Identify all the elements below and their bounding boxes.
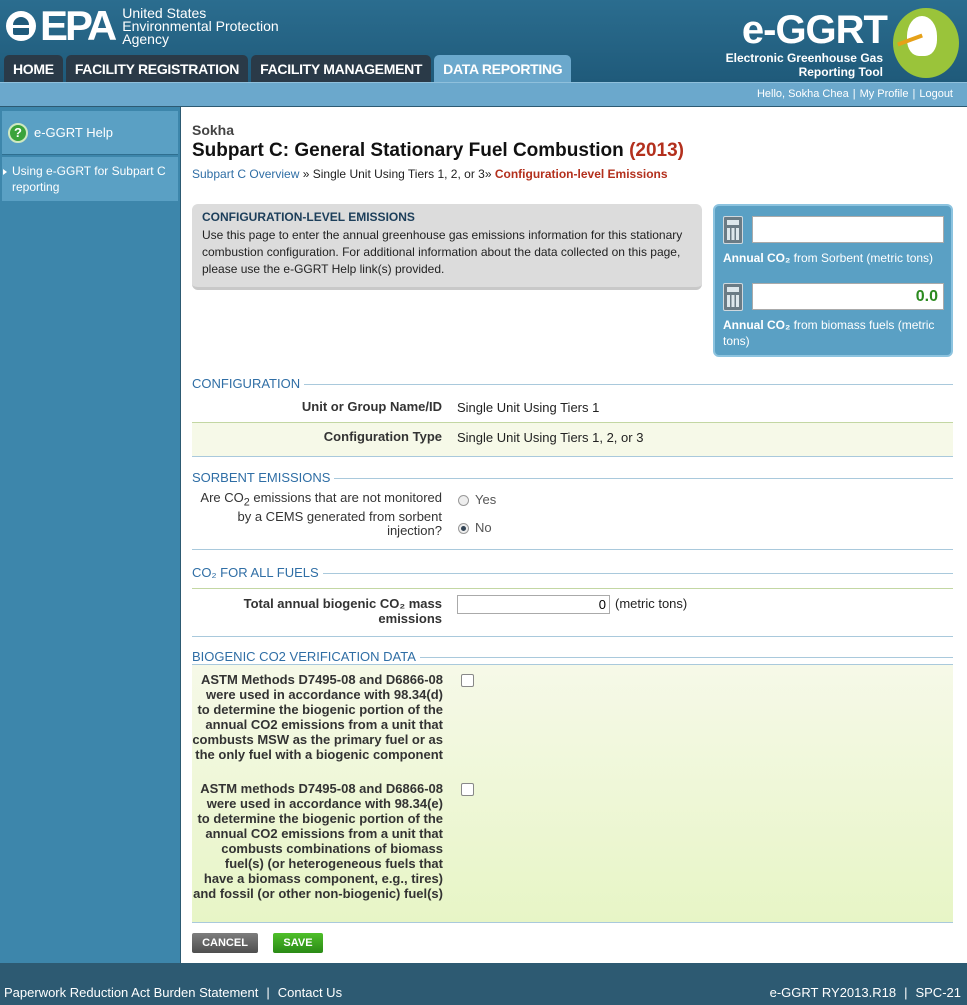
app-subtitle-line-1: Electronic Greenhouse Gas bbox=[725, 51, 883, 65]
sidebar-help-link[interactable]: Using e-GGRT for Subpart C reporting bbox=[2, 157, 178, 201]
sorbent-co2-total bbox=[752, 216, 944, 243]
breadcrumb-separator: » bbox=[484, 167, 492, 181]
biogenic-mass-label: Total annual biogenic CO₂ mass emissions bbox=[243, 596, 442, 626]
tab-data-reporting[interactable]: DATA REPORTING bbox=[434, 55, 572, 82]
astm-98-34d-checkbox[interactable] bbox=[461, 674, 474, 687]
tab-facility-management[interactable]: FACILITY MANAGEMENT bbox=[251, 55, 432, 82]
site-header: EPA United States Environmental Protecti… bbox=[0, 0, 967, 82]
config-type-row: Configuration Type Single Unit Using Tie… bbox=[192, 422, 953, 457]
user-greeting: Hello, Sokha Chea bbox=[756, 88, 849, 100]
sorbent-no-label[interactable]: No bbox=[475, 520, 492, 535]
sorbent-question-label: Are CO2 emissions that are not monitored… bbox=[200, 490, 442, 538]
biogenic-verification-block: ASTM Methods D7495-08 and D6866-08 were … bbox=[192, 664, 953, 923]
info-box-title: CONFIGURATION-LEVEL EMISSIONS bbox=[202, 210, 415, 224]
page-title-text: Subpart C: General Stationary Fuel Combu… bbox=[192, 140, 624, 161]
breadcrumb-current: Configuration-level Emissions bbox=[494, 167, 668, 181]
info-box-text: Use this page to enter the annual greenh… bbox=[202, 228, 683, 276]
biogenic-mass-unit: (metric tons) bbox=[615, 596, 688, 611]
breadcrumb: Subpart C Overview » Single Unit Using T… bbox=[192, 167, 668, 181]
tab-facility-registration[interactable]: FACILITY REGISTRATION bbox=[65, 55, 249, 82]
footer-version: e-GGRT RY2013.R18 | SPC-21 bbox=[769, 985, 961, 1000]
section-configuration: CONFIGURATION bbox=[192, 376, 953, 391]
paperwork-link[interactable]: Paperwork Reduction Act Burden Statement bbox=[4, 985, 258, 1000]
epa-logo[interactable]: EPA United States Environmental Protecti… bbox=[6, 2, 279, 49]
section-co2-all-fuels: CO₂ FOR ALL FUELS bbox=[192, 565, 953, 580]
info-box: CONFIGURATION-LEVEL EMISSIONS Use this p… bbox=[192, 204, 702, 290]
tab-home[interactable]: HOME bbox=[4, 55, 63, 82]
sorbent-co2-label: Annual CO₂ from Sorbent (metric tons) bbox=[723, 251, 934, 265]
calculator-icon bbox=[723, 216, 743, 244]
sorbent-question-row: Are CO2 emissions that are not monitored… bbox=[192, 488, 953, 550]
page-title: Subpart C: General Stationary Fuel Combu… bbox=[192, 140, 684, 162]
my-profile-link[interactable]: My Profile bbox=[860, 88, 909, 100]
agency-name: United States Environmental Protection A… bbox=[122, 6, 278, 47]
astm-98-34d-label: ASTM Methods D7495-08 and D6866-08 were … bbox=[192, 672, 443, 762]
version-text: e-GGRT RY2013.R18 bbox=[769, 985, 897, 1000]
astm-98-34e-checkbox[interactable] bbox=[461, 783, 474, 796]
app-subtitle-line-2: Reporting Tool bbox=[798, 65, 883, 79]
sidebar-help-header[interactable]: ? e-GGRT Help bbox=[2, 111, 178, 155]
emissions-summary-panel: Annual CO₂ from Sorbent (metric tons) 0.… bbox=[713, 204, 953, 357]
astm-98-34e-label: ASTM methods D7495-08 and D6866-08 were … bbox=[193, 781, 443, 901]
sorbent-yes-label[interactable]: Yes bbox=[475, 492, 496, 507]
breadcrumb-overview-link[interactable]: Subpart C Overview bbox=[192, 167, 299, 181]
app-subtitle: Electronic Greenhouse Gas Reporting Tool bbox=[726, 51, 883, 79]
help-icon: ? bbox=[8, 122, 28, 143]
egret-logo-icon bbox=[893, 8, 959, 78]
sidebar-help-label: e-GGRT Help bbox=[34, 125, 113, 140]
epa-emblem-icon bbox=[6, 11, 36, 41]
app-title: e-GGRT bbox=[741, 8, 888, 52]
biomass-co2-total: 0.0 bbox=[752, 283, 944, 310]
sorbent-yes-radio[interactable] bbox=[458, 495, 469, 506]
biomass-co2-label: Annual CO₂ from biomass fuels (metric to… bbox=[723, 318, 935, 348]
reporting-year: (2013) bbox=[629, 140, 684, 161]
biogenic-mass-input[interactable] bbox=[457, 595, 610, 614]
save-button[interactable]: SAVE bbox=[273, 933, 323, 953]
calculator-icon bbox=[723, 283, 743, 311]
cancel-button[interactable]: CANCEL bbox=[192, 933, 258, 953]
main-content: Sokha Subpart C: General Stationary Fuel… bbox=[181, 107, 967, 963]
user-bar: Hello, Sokha Chea | My Profile | Logout bbox=[0, 82, 967, 106]
sidebar: ? e-GGRT Help Using e-GGRT for Subpart C… bbox=[0, 107, 180, 963]
main-nav-tabs: HOME FACILITY REGISTRATION FACILITY MANA… bbox=[4, 55, 574, 82]
breadcrumb-unit: Single Unit Using Tiers 1, 2, or 3 bbox=[312, 167, 485, 181]
agency-line-3: Agency bbox=[122, 30, 169, 47]
epa-wordmark: EPA bbox=[40, 2, 117, 49]
contact-us-link[interactable]: Contact Us bbox=[278, 985, 342, 1000]
facility-name: Sokha bbox=[192, 122, 235, 138]
logout-link[interactable]: Logout bbox=[919, 88, 953, 100]
config-type-label: Configuration Type bbox=[323, 429, 442, 444]
unit-name-label: Unit or Group Name/ID bbox=[301, 399, 442, 414]
unit-name-value: Single Unit Using Tiers 1 bbox=[457, 400, 600, 415]
section-biogenic-verification: BIOGENIC CO2 VERIFICATION DATA bbox=[192, 649, 953, 664]
section-sorbent-emissions: SORBENT EMISSIONS bbox=[192, 470, 953, 485]
site-footer: Paperwork Reduction Act Burden Statement… bbox=[0, 963, 967, 1005]
breadcrumb-separator: » bbox=[302, 167, 310, 181]
config-unit-row: Unit or Group Name/ID Single Unit Using … bbox=[192, 393, 953, 423]
footer-links: Paperwork Reduction Act Burden Statement… bbox=[4, 985, 343, 1000]
sorbent-no-radio[interactable] bbox=[458, 523, 469, 534]
screen-id: SPC-21 bbox=[915, 985, 961, 1000]
config-type-value: Single Unit Using Tiers 1, 2, or 3 bbox=[457, 430, 644, 445]
biogenic-mass-row: Total annual biogenic CO₂ mass emissions… bbox=[192, 588, 953, 637]
